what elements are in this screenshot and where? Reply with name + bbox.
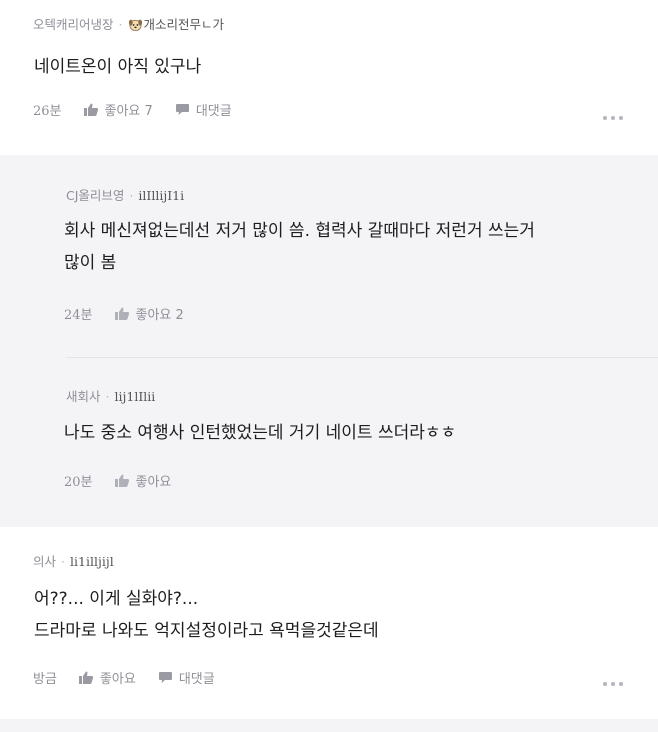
separator-dot: · bbox=[129, 188, 134, 203]
section-separator bbox=[0, 719, 658, 732]
comment-line: 네이트온이 아직 있구나 bbox=[34, 57, 202, 77]
comment-header: 오텍캐리어냉장 · 개소리전무ㄴ가 bbox=[33, 14, 224, 33]
like-button[interactable]: 좋아요 2 bbox=[114, 304, 184, 323]
like-button[interactable]: 좋아요 bbox=[114, 471, 172, 490]
comment-item: 의사 · li1illjijl 어??... 이게 실화야?... 드라마로 나와도… bbox=[0, 527, 658, 719]
comment-meta: 방금 좋아요 대댓글 bbox=[33, 668, 215, 687]
like-label: 좋아요 2 bbox=[135, 308, 184, 323]
comment-time: 20분 bbox=[64, 475, 93, 490]
author-name: 새회사 bbox=[66, 389, 101, 404]
comment-header: 의사 · li1illjijl bbox=[33, 551, 114, 570]
thumbs-up-icon bbox=[78, 671, 94, 684]
separator-dot: · bbox=[118, 17, 123, 32]
comment-text: 네이트온이 아직 있구나 bbox=[34, 51, 201, 83]
comment-meta: 26분 좋아요 7 대댓글 bbox=[33, 100, 232, 119]
author-name: CJ올리브영 bbox=[66, 188, 125, 203]
comment-line: 회사 메신져없는데선 저거 많이 씀. 협력사 갈때마다 저런거 쓰는거 bbox=[64, 221, 535, 241]
author-name: 의사 bbox=[33, 554, 57, 569]
speech-bubble-icon bbox=[158, 672, 172, 683]
reply-item: 새회사 · lij1lIlii 나도 중소 여행사 인턴했었는데 거기 네이트 쓰더… bbox=[0, 358, 658, 527]
reply-item: CJ올리브영 · ilIllijI1i 회사 메신져없는데선 저거 많이 씀. 협력… bbox=[0, 155, 658, 358]
reply-button[interactable]: 대댓글 bbox=[175, 100, 232, 119]
comment-time: 26분 bbox=[33, 104, 62, 119]
comment-time: 24분 bbox=[64, 308, 93, 323]
author-nickname: lij1lIlii bbox=[114, 389, 156, 404]
separator-dot: · bbox=[61, 554, 65, 569]
comment-text: 회사 메신져없는데선 저거 많이 씀. 협력사 갈때마다 저런거 쓰는거 많이 … bbox=[64, 215, 535, 279]
like-label: 좋아요 bbox=[135, 475, 172, 490]
author-name: 오텍캐리어냉장 bbox=[33, 17, 114, 32]
comment-time: 방금 bbox=[33, 672, 57, 687]
comment-item: 오텍캐리어냉장 · 개소리전무ㄴ가 네이트온이 아직 있구나 26분 좋아요 7 대… bbox=[0, 0, 658, 155]
more-dots-icon[interactable] bbox=[603, 116, 623, 120]
thumbs-up-icon bbox=[114, 307, 129, 320]
comment-header: CJ올리브영 · ilIllijI1i bbox=[66, 185, 184, 204]
comment-line: 어??... 이게 실화야?... bbox=[34, 589, 199, 609]
speech-bubble-icon bbox=[175, 104, 189, 115]
more-dots-icon[interactable] bbox=[603, 682, 623, 686]
comment-header: 새회사 · lij1lIlii bbox=[66, 386, 155, 405]
comment-line: 드라마로 나와도 억지설정이라고 욕먹을것같은데 bbox=[34, 621, 379, 641]
comment-line: 많이 봄 bbox=[64, 253, 117, 273]
like-button[interactable]: 좋아요 bbox=[78, 668, 136, 687]
thumbs-up-icon bbox=[114, 474, 129, 487]
author-nickname: li1illjijl bbox=[70, 554, 114, 569]
reply-button[interactable]: 대댓글 bbox=[158, 668, 215, 687]
reply-label: 대댓글 bbox=[195, 104, 232, 119]
comment-meta: 24분 좋아요 2 bbox=[64, 304, 184, 323]
comment-text: 나도 중소 여행사 인턴했었는데 거기 네이트 쓰더라ㅎㅎ bbox=[64, 417, 456, 449]
comment-meta: 20분 좋아요 bbox=[64, 471, 171, 490]
puppy-icon bbox=[128, 19, 142, 31]
separator-dot: · bbox=[105, 389, 110, 404]
like-label: 좋아요 bbox=[99, 672, 136, 687]
like-label: 좋아요 7 bbox=[104, 104, 153, 119]
author-nickname: ilIllijI1i bbox=[138, 188, 185, 203]
comment-text: 어??... 이게 실화야?... 드라마로 나와도 억지설정이라고 욕먹을것같… bbox=[34, 583, 379, 647]
thumbs-up-icon bbox=[83, 103, 98, 116]
reply-label: 대댓글 bbox=[178, 672, 215, 687]
comment-line: 나도 중소 여행사 인턴했었는데 거기 네이트 쓰더라ㅎㅎ bbox=[64, 423, 457, 443]
author-nickname: 개소리전무ㄴ가 bbox=[143, 17, 225, 32]
like-button[interactable]: 좋아요 7 bbox=[83, 100, 153, 119]
